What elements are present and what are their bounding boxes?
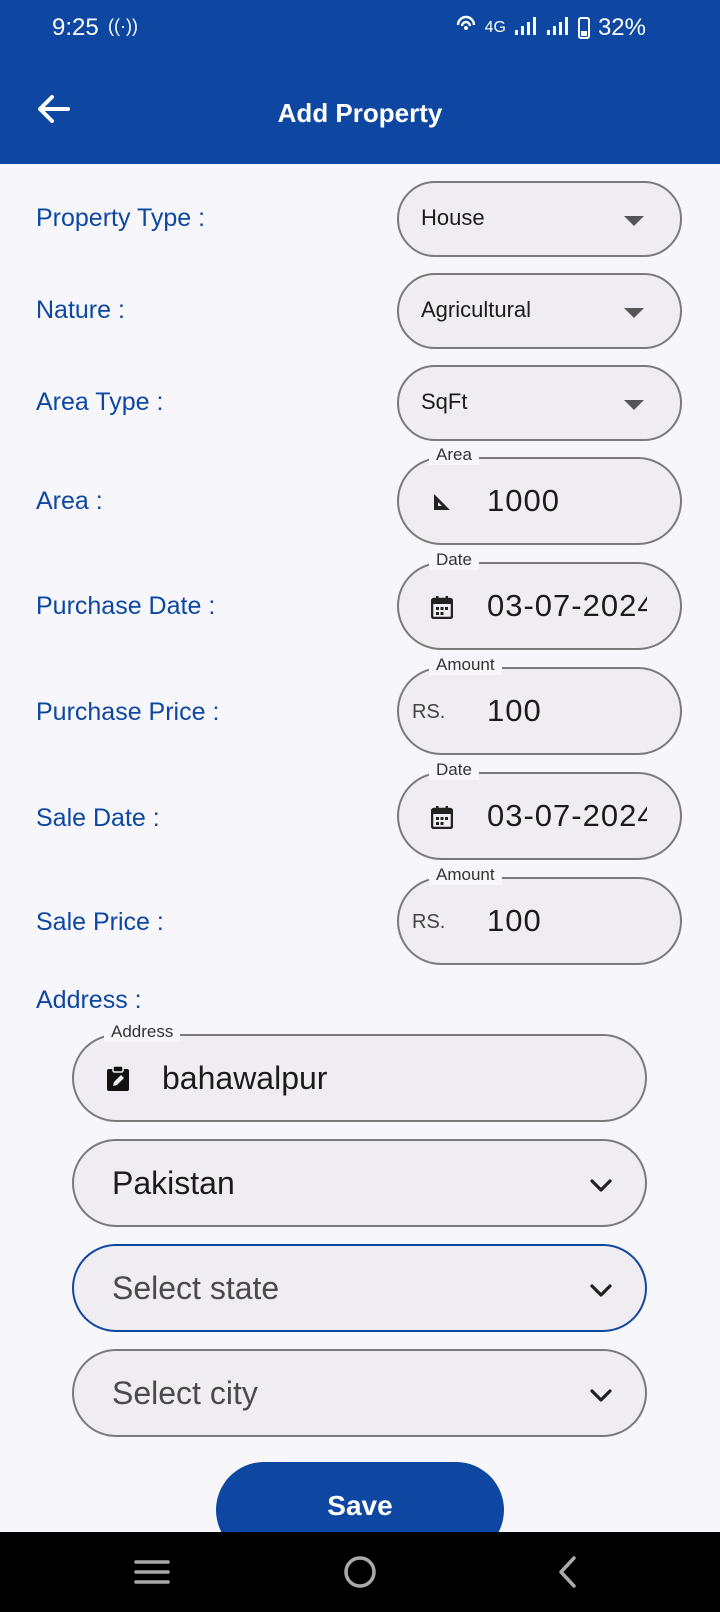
sale-date-label: Sale Date : <box>36 804 160 832</box>
signal-icon-2 <box>546 16 570 41</box>
chevron-down-icon <box>590 1284 612 1297</box>
calendar-icon <box>429 804 455 830</box>
page-title: Add Property <box>277 98 443 128</box>
state-dropdown[interactable]: Select state <box>72 1244 647 1332</box>
system-back-button[interactable] <box>544 1548 592 1596</box>
network-type: 4G <box>484 19 506 36</box>
chevron-down-icon <box>590 1389 612 1402</box>
battery-icon <box>577 17 590 39</box>
purchase-price-input[interactable]: 100 <box>487 693 647 729</box>
currency-prefix: RS. <box>412 911 446 933</box>
nature-value: Agricultural <box>421 297 532 322</box>
sale-date-field-label: Date <box>429 760 479 780</box>
app-bar: 9:25 ((·)) 4G 32% Add Property <box>0 0 720 164</box>
clipboard-edit-icon <box>106 1065 132 1092</box>
home-circle-icon <box>344 1556 376 1588</box>
purchase-price-field[interactable]: Amount RS. 100 <box>397 655 682 755</box>
sale-price-field[interactable]: Amount RS. 100 <box>397 865 682 965</box>
set-square-icon <box>429 489 455 515</box>
menu-icon <box>134 1560 170 1584</box>
sale-date-field[interactable]: Date 03-07-2024 <box>397 760 682 860</box>
city-dropdown[interactable]: Select city <box>72 1349 647 1437</box>
chevron-down-icon <box>590 1179 612 1192</box>
area-input[interactable]: 1000 <box>487 483 647 519</box>
sale-price-input[interactable]: 100 <box>487 903 647 939</box>
address-field[interactable]: Address bahawalpur <box>72 1022 647 1122</box>
purchase-price-field-label: Amount <box>429 655 502 675</box>
area-type-dropdown[interactable]: SqFt <box>397 365 682 441</box>
sale-date-input[interactable]: 03-07-2024 <box>487 798 647 834</box>
purchase-date-label: Purchase Date : <box>36 592 216 620</box>
signal-icon <box>514 16 538 41</box>
wifi-icon <box>455 14 477 42</box>
property-type-value: House <box>421 205 485 230</box>
dropdown-arrow-icon <box>624 216 644 226</box>
area-type-value: SqFt <box>421 389 468 414</box>
purchase-date-field-label: Date <box>429 550 479 570</box>
property-type-label: Property Type : <box>36 204 206 232</box>
dropdown-arrow-icon <box>624 308 644 318</box>
area-label: Area : <box>36 487 103 515</box>
recent-apps-button[interactable] <box>128 1548 176 1596</box>
status-icons: 4G 32% <box>455 14 646 42</box>
purchase-price-label: Purchase Price : <box>36 698 220 726</box>
currency-prefix: RS. <box>412 701 446 723</box>
system-nav-bar <box>0 1532 720 1612</box>
sale-price-field-label: Amount <box>429 865 502 885</box>
country-dropdown[interactable]: Pakistan <box>72 1139 647 1227</box>
nature-label: Nature : <box>36 296 125 324</box>
property-type-dropdown[interactable]: House <box>397 181 682 257</box>
address-input[interactable]: bahawalpur <box>162 1060 327 1097</box>
status-time: 9:25 <box>52 14 99 41</box>
home-button[interactable] <box>336 1548 384 1596</box>
country-value: Pakistan <box>112 1165 235 1201</box>
nature-dropdown[interactable]: Agricultural <box>397 273 682 349</box>
hotspot-icon: ((·)) <box>108 16 138 36</box>
back-chevron-icon <box>559 1556 576 1588</box>
purchase-date-input[interactable]: 03-07-2024 <box>487 588 647 624</box>
sale-price-label: Sale Price : <box>36 908 164 936</box>
address-label: Address : <box>36 986 142 1014</box>
state-placeholder: Select state <box>112 1270 280 1306</box>
area-field-label: Area <box>429 445 479 465</box>
area-field[interactable]: Area 1000 <box>397 445 682 545</box>
area-type-label: Area Type : <box>36 388 164 416</box>
battery-percent: 32% <box>597 14 646 41</box>
calendar-icon <box>429 594 455 620</box>
purchase-date-field[interactable]: Date 03-07-2024 <box>397 550 682 650</box>
address-field-label: Address <box>104 1022 181 1042</box>
city-placeholder: Select city <box>112 1375 258 1411</box>
dropdown-arrow-icon <box>624 400 644 410</box>
